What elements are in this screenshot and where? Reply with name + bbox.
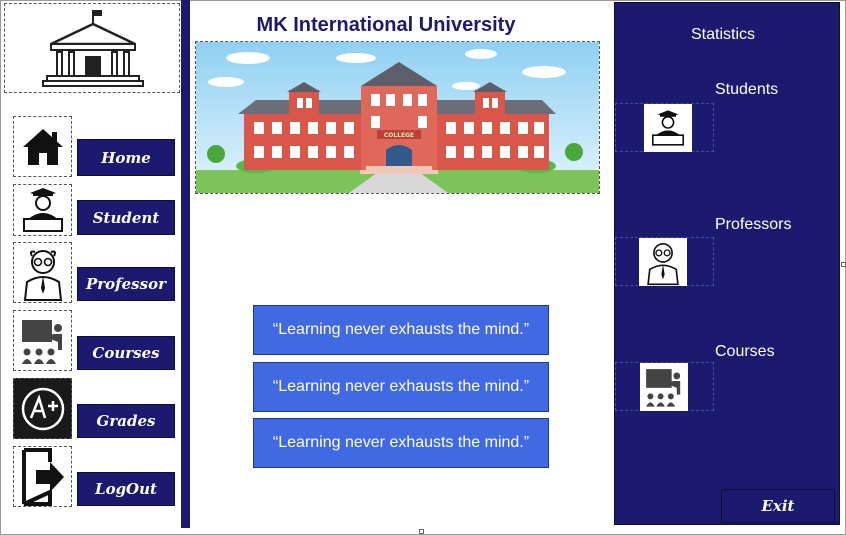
university-logo xyxy=(4,3,180,93)
logout-icon[interactable] xyxy=(13,446,72,507)
sidebar-divider xyxy=(181,0,190,528)
professor-icon xyxy=(639,238,687,286)
quote-card[interactable]: “Learning never exhausts the mind.” xyxy=(253,305,549,355)
statistics-title: Statistics xyxy=(691,26,756,43)
college-illustration: COLLEGE xyxy=(195,41,600,194)
quote-card[interactable]: “Learning never exhausts the mind.” xyxy=(253,418,549,468)
courses-stat-label: Courses xyxy=(715,343,775,360)
courses-icon xyxy=(640,363,688,411)
logout-button[interactable]: LogOut xyxy=(77,472,175,506)
home-button[interactable]: Home xyxy=(77,139,175,176)
professors-stat-label: Professors xyxy=(715,216,792,233)
grades-button[interactable]: Grades xyxy=(77,404,175,438)
page-title: MK International University xyxy=(256,14,516,36)
professor-button[interactable]: Professor xyxy=(77,267,175,301)
courses-icon[interactable] xyxy=(13,310,72,371)
quote-card[interactable]: “Learning never exhausts the mind.” xyxy=(253,362,549,412)
student-icon[interactable] xyxy=(13,184,72,236)
students-stat-label: Students xyxy=(715,81,779,98)
grades-icon[interactable] xyxy=(13,378,72,439)
university-building-icon xyxy=(42,10,144,87)
home-icon[interactable] xyxy=(13,116,72,177)
professor-icon[interactable] xyxy=(13,242,72,303)
resize-handle[interactable] xyxy=(419,529,424,534)
resize-handle[interactable] xyxy=(841,262,846,267)
exit-button[interactable]: Exit xyxy=(721,489,835,523)
student-button[interactable]: Student xyxy=(77,200,175,235)
student-icon xyxy=(644,104,692,152)
courses-button[interactable]: Courses xyxy=(77,336,175,370)
college-sign: COLLEGE xyxy=(384,132,414,139)
